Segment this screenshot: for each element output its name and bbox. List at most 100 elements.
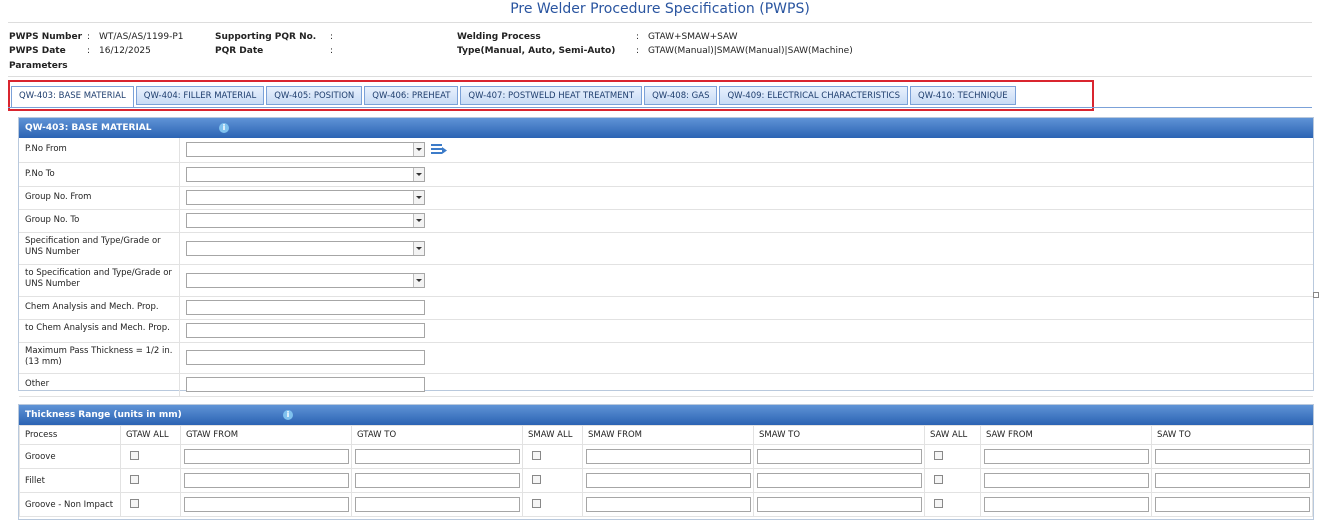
column-header: GTAW TO bbox=[351, 425, 523, 445]
table-cell bbox=[522, 444, 583, 469]
chevron-down-icon[interactable] bbox=[413, 143, 424, 156]
checkbox[interactable] bbox=[934, 450, 943, 460]
thickness-input[interactable] bbox=[355, 473, 520, 488]
table-cell bbox=[351, 492, 523, 517]
column-header: SAW FROM bbox=[980, 425, 1152, 445]
info-icon[interactable]: i bbox=[283, 410, 293, 420]
table-cell bbox=[753, 492, 925, 517]
field-label: Maximum Pass Thickness = 1/2 in. (13 mm) bbox=[25, 346, 173, 367]
thickness-input[interactable] bbox=[757, 473, 922, 488]
tab-position[interactable]: QW-405: POSITION bbox=[266, 86, 363, 105]
chevron-down-icon[interactable] bbox=[413, 191, 424, 204]
tab-gas[interactable]: QW-408: GAS bbox=[644, 86, 718, 105]
column-divider bbox=[179, 138, 180, 162]
field-label: Specification and Type/Grade or UNS Numb… bbox=[25, 236, 161, 257]
thickness-input[interactable] bbox=[984, 449, 1149, 464]
text-input[interactable] bbox=[186, 323, 425, 338]
thickness-input[interactable] bbox=[1155, 497, 1310, 512]
checkbox[interactable] bbox=[130, 450, 139, 460]
checkbox[interactable] bbox=[532, 498, 541, 508]
column-divider bbox=[179, 265, 180, 296]
checkbox[interactable] bbox=[130, 498, 139, 508]
dropdown-select[interactable] bbox=[186, 142, 425, 157]
text-input[interactable] bbox=[186, 300, 425, 315]
tab-base-material[interactable]: QW-403: BASE MATERIAL bbox=[11, 86, 134, 107]
dropdown-select[interactable] bbox=[186, 273, 425, 288]
type-value: GTAW(Manual)|SMAW(Manual)|SAW(Machine) bbox=[648, 46, 853, 56]
form-row: Specification and Type/Grade or UNS Numb… bbox=[19, 233, 1313, 265]
tab-filler-material[interactable]: QW-404: FILLER MATERIAL bbox=[135, 86, 265, 105]
form-row: P.No From bbox=[19, 138, 1313, 163]
text-input[interactable] bbox=[186, 350, 425, 365]
table-cell bbox=[924, 444, 981, 469]
colon: : bbox=[87, 32, 91, 42]
thickness-input[interactable] bbox=[355, 497, 520, 512]
thickness-input[interactable] bbox=[757, 497, 922, 512]
tab-postweld-heat-treatment[interactable]: QW-407: POSTWELD HEAT TREATMENT bbox=[460, 86, 643, 105]
table-cell bbox=[753, 444, 925, 469]
type-label: Type(Manual, Auto, Semi-Auto) bbox=[457, 46, 616, 56]
form-row: Chem Analysis and Mech. Prop. bbox=[19, 297, 1313, 320]
thickness-input[interactable] bbox=[586, 449, 751, 464]
form-row: P.No To bbox=[19, 163, 1313, 187]
welding-process-value: GTAW+SMAW+SAW bbox=[648, 32, 738, 42]
table-cell bbox=[582, 468, 754, 493]
form-row: Group No. To bbox=[19, 210, 1313, 233]
dropdown-select[interactable] bbox=[186, 190, 425, 205]
field-label: to Chem Analysis and Mech. Prop. bbox=[25, 323, 170, 333]
dropdown-select[interactable] bbox=[186, 167, 425, 182]
thickness-input[interactable] bbox=[586, 497, 751, 512]
dropdown-select[interactable] bbox=[186, 241, 425, 256]
thickness-input[interactable] bbox=[586, 473, 751, 488]
pwps-number-value: WT/AS/AS/1199-P1 bbox=[99, 32, 184, 42]
table-cell bbox=[980, 492, 1152, 517]
thickness-input[interactable] bbox=[1155, 473, 1310, 488]
field-label: Chem Analysis and Mech. Prop. bbox=[25, 302, 159, 312]
tab-technique[interactable]: QW-410: TECHNIQUE bbox=[910, 86, 1016, 105]
thickness-input[interactable] bbox=[184, 497, 349, 512]
tab-baseline bbox=[8, 107, 1312, 108]
colon: : bbox=[636, 32, 640, 42]
lookup-list-icon[interactable] bbox=[431, 143, 447, 157]
thickness-input[interactable] bbox=[984, 473, 1149, 488]
thickness-input[interactable] bbox=[355, 449, 520, 464]
checkbox[interactable] bbox=[532, 474, 541, 484]
table-cell bbox=[582, 492, 754, 517]
table-cell bbox=[522, 492, 583, 517]
checkbox[interactable] bbox=[934, 474, 943, 484]
field-label: to Specification and Type/Grade or UNS N… bbox=[25, 268, 172, 289]
table-row: Groove bbox=[19, 444, 1313, 469]
column-header: SAW ALL bbox=[924, 425, 981, 445]
thickness-input[interactable] bbox=[184, 473, 349, 488]
tab-electrical-characteristics[interactable]: QW-409: ELECTRICAL CHARACTERISTICS bbox=[719, 86, 908, 105]
chevron-down-icon[interactable] bbox=[413, 214, 424, 227]
base-material-header: QW-403: BASE MATERIAL i bbox=[19, 118, 1313, 138]
dropdown-select[interactable] bbox=[186, 213, 425, 228]
column-header: SAW TO bbox=[1151, 425, 1313, 445]
thickness-input[interactable] bbox=[1155, 449, 1310, 464]
table-cell bbox=[180, 444, 352, 469]
chevron-down-icon[interactable] bbox=[413, 168, 424, 181]
chevron-down-icon[interactable] bbox=[413, 274, 424, 287]
checkbox[interactable] bbox=[130, 474, 139, 484]
table-cell bbox=[1151, 492, 1313, 517]
table-cell bbox=[351, 468, 523, 493]
thickness-input[interactable] bbox=[984, 497, 1149, 512]
resize-handle[interactable] bbox=[1313, 292, 1319, 298]
process-cell: Groove - Non Impact bbox=[19, 492, 121, 517]
pwps-date-label: PWPS Date bbox=[9, 46, 66, 56]
chevron-down-icon[interactable] bbox=[413, 242, 424, 255]
field-label: Other bbox=[25, 379, 50, 389]
checkbox[interactable] bbox=[934, 498, 943, 508]
thickness-input[interactable] bbox=[184, 449, 349, 464]
field-label: P.No From bbox=[25, 144, 67, 154]
column-divider bbox=[179, 233, 180, 264]
info-icon[interactable]: i bbox=[219, 123, 229, 133]
pwps-date-value: 16/12/2025 bbox=[99, 46, 151, 56]
table-cell bbox=[753, 468, 925, 493]
checkbox[interactable] bbox=[532, 450, 541, 460]
field-label: Group No. From bbox=[25, 192, 92, 202]
tab-preheat[interactable]: QW-406: PREHEAT bbox=[364, 86, 459, 105]
thickness-input[interactable] bbox=[757, 449, 922, 464]
text-input[interactable] bbox=[186, 377, 425, 392]
